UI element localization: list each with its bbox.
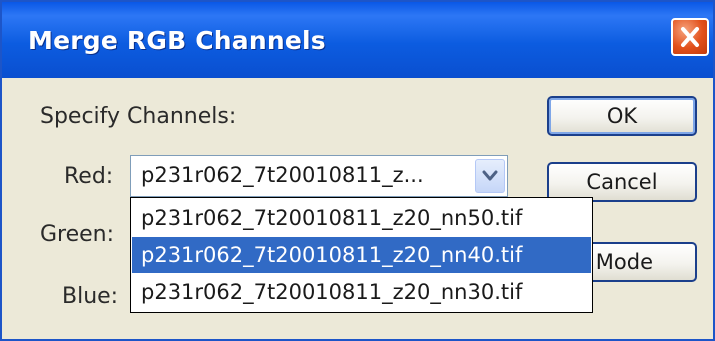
dropdown-option-selected[interactable]: p231r062_7t20010811_z20_nn40.tif [132,237,591,273]
red-label: Red: [64,164,114,189]
merge-rgb-dialog: Merge RGB Channels Specify Channels: Red… [0,0,715,341]
close-icon [681,27,699,47]
dropdown-option[interactable]: p231r062_7t20010811_z20_nn30.tif [132,274,591,310]
blue-label: Blue: [62,284,119,309]
channel-dropdown-list[interactable]: p231r062_7t20010811_z20_nn50.tif p231r06… [130,197,593,313]
cancel-button[interactable]: Cancel [547,162,697,202]
close-button[interactable] [671,18,709,56]
ok-button[interactable]: OK [547,96,697,136]
title-bar[interactable]: Merge RGB Channels [2,2,713,78]
green-label: Green: [40,222,115,247]
dropdown-option[interactable]: p231r062_7t20010811_z20_nn50.tif [132,200,591,236]
chevron-down-icon [482,170,498,181]
window-title: Merge RGB Channels [28,26,326,55]
dropdown-arrow-button[interactable] [475,159,505,193]
red-channel-select[interactable]: p231r062_7t20010811_z... [130,155,508,197]
specify-channels-label: Specify Channels: [40,104,237,129]
red-channel-value: p231r062_7t20010811_z... [141,163,424,187]
